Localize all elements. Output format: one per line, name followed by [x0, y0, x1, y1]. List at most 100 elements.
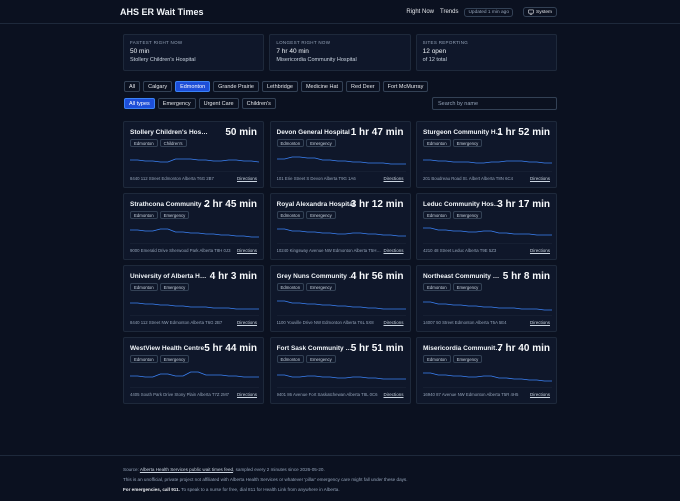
hospital-card[interactable]: University of Alberta Hospital4 hr 3 min…	[123, 265, 264, 332]
hospital-card[interactable]: WestView Health Centre 5 hr 44 min Edmonto…	[123, 337, 264, 404]
tag: Emergency	[452, 211, 483, 219]
directions-link[interactable]: Directions	[383, 248, 403, 253]
tag: Edmonton	[276, 283, 305, 291]
directions-link[interactable]: Directions	[237, 392, 257, 397]
sparkline-path	[276, 300, 406, 310]
type-chip-all-types[interactable]: All types	[124, 98, 155, 109]
hospital-address: 4405 South Park Drive Stony Plain Albert…	[130, 392, 230, 397]
wait-trend-sparkline	[423, 301, 552, 316]
hospital-card[interactable]: Sturgeon Community Hospital1 hr 52 min Ed…	[416, 121, 557, 188]
source-prefix: Source:	[123, 467, 140, 472]
city-chip-grande-prairie[interactable]: Grande Prairie	[213, 81, 259, 92]
summary-stats: FASTEST RIGHT NOW 50 min Stollery Childr…	[123, 34, 557, 71]
city-chip-edmonton[interactable]: Edmonton	[175, 81, 211, 92]
tag: Edmonton	[423, 139, 451, 147]
directions-link[interactable]: Directions	[237, 176, 257, 181]
city-chip-fort-mcmurray[interactable]: Fort McMurray	[382, 81, 429, 92]
directions-link[interactable]: Directions	[530, 392, 550, 397]
directions-link[interactable]: Directions	[383, 176, 403, 181]
wait-time: 2 hr 45 min	[204, 199, 257, 210]
stat-value: 12 open	[422, 48, 447, 55]
directions-link[interactable]: Directions	[530, 248, 550, 253]
hospital-tags: Edmonton Emergency	[276, 283, 336, 291]
source-link[interactable]: Alberta Health Services public wait time…	[140, 467, 233, 472]
hospital-tags: Edmonton Children's	[130, 139, 187, 147]
directions-link[interactable]: Directions	[383, 392, 403, 397]
wait-time: 1 hr 52 min	[497, 127, 550, 138]
directions-link[interactable]: Directions	[530, 320, 550, 325]
hospital-card[interactable]: Fort Sask Community Hospital5 hr 51 min E…	[269, 337, 411, 404]
type-chip-children-s[interactable]: Children's	[241, 98, 276, 109]
stat-label: FASTEST RIGHT NOW	[130, 40, 183, 45]
app-title: AHS ER Wait Times	[120, 7, 204, 17]
directions-link[interactable]: Directions	[383, 320, 403, 325]
directions-link[interactable]: Directions	[237, 320, 257, 325]
wait-time: 4 hr 56 min	[350, 271, 404, 282]
hospital-tags: Edmonton Emergency	[130, 283, 190, 291]
hospital-address: 14007 50 Street Edmonton Alberta T5A 5E4	[423, 320, 507, 325]
hospital-address: 9401 86 Avenue Fort Saskatchewan Alberta…	[276, 392, 378, 397]
hospital-address: 16940 87 Avenue NW Edmonton Alberta T5R …	[423, 392, 519, 397]
tag: Edmonton	[130, 139, 158, 147]
sparkline-path	[130, 371, 259, 378]
hospital-name: Stollery Children's Hospital	[130, 129, 210, 136]
tag: Emergency	[159, 211, 190, 219]
wait-time: 3 hr 12 min	[350, 199, 404, 210]
tag: Emergency	[452, 139, 483, 147]
hospital-tags: Edmonton Emergency	[276, 355, 336, 363]
city-chip-lethbridge[interactable]: Lethbridge	[261, 81, 298, 92]
search-input[interactable]	[432, 97, 557, 110]
hospital-card[interactable]: Northeast Community Health Centre5 hr 8 …	[416, 265, 557, 332]
wait-time: 7 hr 40 min	[497, 343, 550, 354]
hospital-name: Fort Sask Community Hospital	[276, 345, 357, 352]
theme-system-button[interactable]: System	[523, 7, 557, 17]
tag: Edmonton	[276, 355, 305, 363]
wait-trend-sparkline	[276, 300, 406, 316]
type-filter: All types Emergency Urgent Care Children's	[124, 98, 276, 109]
tag: Edmonton	[276, 211, 305, 219]
directions-link[interactable]: Directions	[237, 248, 257, 253]
hospital-address: 201 Boudreau Road St. Albert Alberta T8N…	[423, 176, 513, 181]
stat-label: SITES REPORTING	[422, 40, 469, 45]
tag: Edmonton	[130, 283, 158, 291]
tag: Emergency	[306, 355, 336, 363]
sparkline-path	[276, 228, 406, 237]
wait-trend-sparkline	[276, 156, 406, 172]
hospital-address: 8440 112 Street NW Edmonton Alberta T6G …	[130, 320, 223, 325]
hospital-tags: Edmonton Emergency	[423, 283, 483, 291]
wait-trend-sparkline	[130, 228, 259, 244]
tag: Edmonton	[276, 139, 305, 147]
hospital-card[interactable]: Stollery Children's Hospital 50 min Edmont…	[123, 121, 264, 188]
type-chip-emergency[interactable]: Emergency	[157, 98, 196, 109]
city-chip-calgary[interactable]: Calgary	[143, 81, 173, 92]
type-chip-urgent-care[interactable]: Urgent Care	[198, 98, 239, 109]
wait-time: 5 hr 8 min	[502, 271, 550, 282]
footer: Source: Alberta Health Services public w…	[0, 455, 680, 501]
hospital-address: 101 Erie Street S Devon Alberta T9G 1A6	[276, 176, 356, 181]
hospital-name: Sturgeon Community Hospital	[423, 129, 503, 136]
nav-trends[interactable]: Trends	[440, 9, 458, 15]
emergency-bold: For emergencies, call 911.	[123, 487, 180, 492]
hospital-name: WestView Health Centre	[130, 345, 205, 352]
hospital-name: Strathcona Community Hospital	[130, 201, 210, 208]
hospital-address: 9000 Emerald Drive Sherwood Park Alberta…	[130, 248, 231, 253]
hospital-card[interactable]: Grey Nuns Community Hospital4 hr 56 min E…	[269, 265, 411, 332]
nav-right-now[interactable]: Right Now	[406, 9, 434, 15]
hospital-card[interactable]: Leduc Community Hospital 3 hr 17 min Edmon…	[416, 193, 557, 260]
hospital-card[interactable]: Devon General Hospital 1 hr 47 min Edmonto…	[269, 121, 411, 188]
hospital-tags: Edmonton Emergency	[130, 211, 190, 219]
hospital-card[interactable]: Misericordia Community Hospital7 hr 40 m…	[416, 337, 557, 404]
tag: Emergency	[306, 211, 336, 219]
city-chip-all[interactable]: All	[124, 81, 141, 92]
tag: Edmonton	[423, 283, 451, 291]
hospital-address: 1100 Youville Drive NW Edmonton Alberta …	[276, 320, 374, 325]
top-nav: Right Now Trends Updated 1 min ago Syste…	[406, 7, 557, 17]
hospital-name: Grey Nuns Community Hospital	[276, 273, 357, 280]
directions-link[interactable]: Directions	[530, 176, 550, 181]
hospital-tags: Edmonton Emergency	[276, 211, 336, 219]
sparkline-path	[130, 158, 259, 163]
city-chip-red-deer[interactable]: Red Deer	[346, 81, 380, 92]
city-chip-medicine-hat[interactable]: Medicine Hat	[300, 81, 344, 92]
hospital-card[interactable]: Strathcona Community Hospital2 hr 45 min…	[123, 193, 264, 260]
hospital-card[interactable]: Royal Alexandra Hospital 3 hr 12 min Edmon…	[269, 193, 411, 260]
